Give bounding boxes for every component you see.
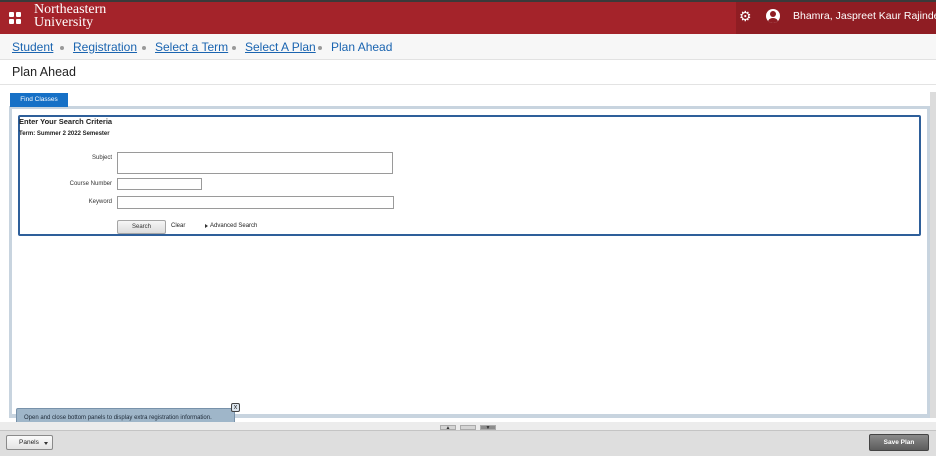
search-criteria-heading: Enter Your Search Criteria (19, 117, 113, 126)
search-criteria-box (18, 115, 921, 236)
course-number-label: Course Number (69, 181, 112, 187)
keyword-label: Keyword (88, 199, 112, 205)
breadcrumb-separator (60, 46, 64, 50)
subject-input[interactable] (117, 152, 393, 174)
breadcrumb-student[interactable]: Student (12, 40, 53, 54)
footer-bar (0, 430, 936, 456)
gear-icon[interactable]: ⚙ (739, 9, 753, 23)
breadcrumb-select-plan[interactable]: Select A Plan (245, 40, 316, 54)
university-logo[interactable]: Northeastern University (34, 3, 106, 30)
grid-menu-icon[interactable] (9, 12, 21, 24)
caret-down-icon (44, 442, 48, 445)
page-title: Plan Ahead (12, 65, 76, 79)
breadcrumb-separator (232, 46, 236, 50)
breadcrumb-select-term[interactable]: Select a Term (155, 40, 228, 54)
workspace-scrollbar[interactable] (930, 92, 936, 418)
advanced-search-link[interactable]: Advanced Search (210, 223, 257, 229)
breadcrumb-plan-ahead: Plan Ahead (331, 40, 393, 54)
breadcrumb-separator (142, 46, 146, 50)
expand-arrow-icon[interactable] (205, 224, 208, 228)
keyword-input[interactable] (117, 196, 394, 209)
subject-label: Subject (91, 155, 112, 161)
close-icon[interactable]: x (231, 403, 240, 412)
logo-line-2: University (34, 14, 94, 30)
breadcrumb-registration[interactable]: Registration (73, 40, 137, 54)
course-number-input[interactable] (117, 178, 202, 190)
save-plan-button[interactable]: Save Plan (869, 434, 929, 451)
user-name[interactable]: Bhamra, Jaspreet Kaur Rajinder Si (793, 10, 936, 22)
breadcrumb: Student Registration Select a Term Selec… (0, 34, 936, 60)
breadcrumb-separator (318, 46, 322, 50)
tab-find-classes[interactable]: Find Classes (10, 93, 68, 107)
search-button[interactable]: Search (117, 220, 166, 234)
term-label: Term: Summer 2 2022 Semester (19, 131, 110, 137)
title-divider (0, 84, 936, 85)
user-avatar-icon[interactable] (766, 9, 780, 23)
clear-link[interactable]: Clear (171, 223, 185, 229)
